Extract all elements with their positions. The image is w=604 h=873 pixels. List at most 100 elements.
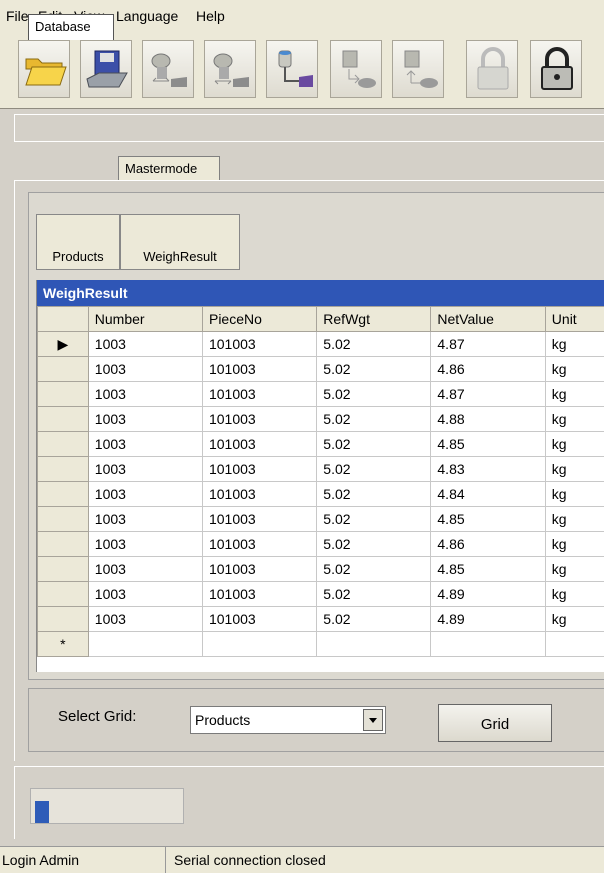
scale-transfer-button-1[interactable] (142, 40, 194, 98)
new-row[interactable]: * (38, 632, 604, 657)
table-cell[interactable]: 4.85 (431, 432, 545, 457)
row-header[interactable] (38, 382, 89, 407)
row-header[interactable] (38, 507, 89, 532)
weighresult-grid[interactable]: WeighResult Number PieceNo RefWgt NetVal… (36, 280, 604, 672)
table-cell[interactable]: kg (545, 607, 604, 632)
table-cell[interactable]: 4.86 (431, 357, 545, 382)
download-button[interactable] (392, 40, 444, 98)
table-cell[interactable]: 101003 (202, 607, 316, 632)
table-row[interactable]: 10031010035.024.89kg (38, 607, 604, 632)
table-row[interactable]: 10031010035.024.87kg (38, 382, 604, 407)
table-row[interactable]: 10031010035.024.89kg (38, 582, 604, 607)
table-cell[interactable]: 1003 (88, 582, 202, 607)
chevron-down-icon[interactable] (363, 709, 383, 731)
table-row[interactable]: 10031010035.024.88kg (38, 407, 604, 432)
table-cell[interactable] (545, 632, 604, 657)
menu-language[interactable]: Language (116, 8, 178, 24)
table-cell[interactable]: 101003 (202, 407, 316, 432)
table-cell[interactable]: 4.84 (431, 482, 545, 507)
table-cell[interactable]: kg (545, 407, 604, 432)
table-row[interactable]: 10031010035.024.85kg (38, 432, 604, 457)
table-cell[interactable]: 4.87 (431, 382, 545, 407)
row-header[interactable] (38, 557, 89, 582)
lock-button[interactable] (530, 40, 582, 98)
row-header[interactable] (38, 357, 89, 382)
table-cell[interactable]: 1003 (88, 457, 202, 482)
open-button[interactable] (18, 40, 70, 98)
row-header[interactable] (38, 432, 89, 457)
table-cell[interactable]: kg (545, 507, 604, 532)
column-header-netvalue[interactable]: NetValue (431, 307, 545, 332)
table-cell[interactable]: 1003 (88, 607, 202, 632)
table-cell[interactable]: 4.85 (431, 557, 545, 582)
table-cell[interactable]: 101003 (202, 432, 316, 457)
table-cell[interactable]: 4.83 (431, 457, 545, 482)
table-cell[interactable]: 5.02 (317, 532, 431, 557)
table-cell[interactable]: 1003 (88, 407, 202, 432)
table-cell[interactable]: 5.02 (317, 557, 431, 582)
weighresult-button[interactable]: WeighResult (120, 214, 240, 270)
table-cell[interactable] (202, 632, 316, 657)
table-cell[interactable]: 101003 (202, 557, 316, 582)
table-row[interactable]: 10031010035.024.84kg (38, 482, 604, 507)
row-header[interactable] (38, 457, 89, 482)
table-cell[interactable]: kg (545, 332, 604, 357)
unlock-button[interactable] (466, 40, 518, 98)
table-cell[interactable]: kg (545, 457, 604, 482)
table-cell[interactable]: 1003 (88, 432, 202, 457)
table-row[interactable]: 10031010035.024.83kg (38, 457, 604, 482)
table-cell[interactable]: 4.86 (431, 532, 545, 557)
row-header[interactable] (38, 482, 89, 507)
new-row-indicator[interactable]: * (38, 632, 89, 657)
table-cell[interactable]: kg (545, 532, 604, 557)
current-row-indicator[interactable]: ▶ (38, 332, 89, 357)
table-cell[interactable]: 5.02 (317, 332, 431, 357)
scale-transfer-button-2[interactable] (204, 40, 256, 98)
table-cell[interactable]: 1003 (88, 382, 202, 407)
table-cell[interactable]: 101003 (202, 332, 316, 357)
table-cell[interactable]: kg (545, 432, 604, 457)
table-cell[interactable]: kg (545, 382, 604, 407)
table-cell[interactable]: 101003 (202, 532, 316, 557)
row-header[interactable] (38, 407, 89, 432)
table-cell[interactable]: 4.85 (431, 507, 545, 532)
table-row[interactable]: 10031010035.024.85kg (38, 557, 604, 582)
table-cell[interactable]: 5.02 (317, 582, 431, 607)
column-header-unit[interactable]: Unit (545, 307, 604, 332)
table-row[interactable]: 10031010035.024.86kg (38, 357, 604, 382)
table-cell[interactable]: 4.88 (431, 407, 545, 432)
table-cell[interactable]: 101003 (202, 507, 316, 532)
table-cell[interactable]: kg (545, 482, 604, 507)
table-cell[interactable]: 4.89 (431, 607, 545, 632)
column-header-pieceno[interactable]: PieceNo (202, 307, 316, 332)
table-cell[interactable] (431, 632, 545, 657)
table-cell[interactable]: 5.02 (317, 382, 431, 407)
table-cell[interactable]: 4.89 (431, 582, 545, 607)
table-cell[interactable]: 1003 (88, 482, 202, 507)
table-cell[interactable]: 4.87 (431, 332, 545, 357)
grid-select[interactable]: Products (190, 706, 386, 734)
upload-button[interactable] (330, 40, 382, 98)
table-cell[interactable]: 1003 (88, 332, 202, 357)
table-cell[interactable]: kg (545, 557, 604, 582)
table-cell[interactable]: 101003 (202, 457, 316, 482)
table-cell[interactable]: 5.02 (317, 357, 431, 382)
table-cell[interactable]: 5.02 (317, 507, 431, 532)
tab-mastermode[interactable]: Mastermode (118, 156, 220, 180)
scale-database-button[interactable] (266, 40, 318, 98)
save-button[interactable] (80, 40, 132, 98)
table-cell[interactable]: 101003 (202, 582, 316, 607)
column-header-number[interactable]: Number (88, 307, 202, 332)
table-cell[interactable] (88, 632, 202, 657)
table-cell[interactable]: 1003 (88, 557, 202, 582)
table-cell[interactable]: 1003 (88, 532, 202, 557)
menu-file[interactable]: File (6, 8, 29, 24)
table-cell[interactable]: 5.02 (317, 482, 431, 507)
table-cell[interactable]: kg (545, 357, 604, 382)
row-header[interactable] (38, 582, 89, 607)
table-cell[interactable]: kg (545, 582, 604, 607)
row-header[interactable] (38, 607, 89, 632)
table-cell[interactable] (317, 632, 431, 657)
table-cell[interactable]: 101003 (202, 482, 316, 507)
table-cell[interactable]: 101003 (202, 357, 316, 382)
